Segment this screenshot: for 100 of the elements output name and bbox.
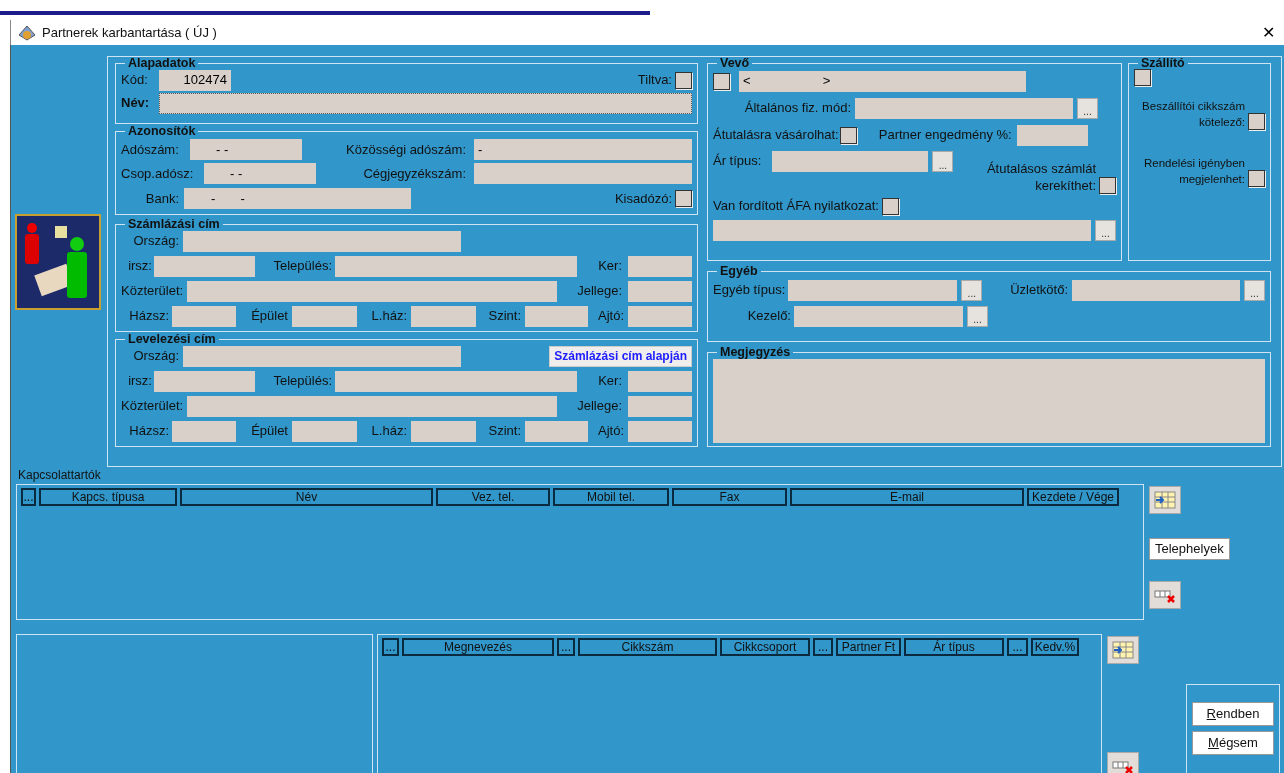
text-field[interactable] (154, 370, 255, 392)
text-field[interactable]: - - (184, 188, 411, 209)
text-field[interactable] (187, 280, 558, 302)
column-header[interactable]: Partner Ft (836, 638, 901, 656)
browse-button[interactable]: ... (932, 151, 954, 172)
field-label: Tiltva: (637, 71, 672, 90)
text-field[interactable]: - - (204, 163, 316, 184)
close-button[interactable]: ✕ (1255, 20, 1281, 45)
field-label: Ker: (598, 372, 622, 391)
text-field[interactable] (335, 255, 577, 277)
column-header[interactable]: Mobil tel. (553, 488, 669, 506)
field-label: L.ház: (370, 422, 407, 441)
column-header[interactable]: Név (180, 488, 433, 506)
text-field[interactable] (292, 305, 357, 327)
checkbox[interactable] (881, 197, 899, 215)
text-field[interactable]: 102474 (159, 69, 231, 91)
text-field[interactable] (1016, 124, 1088, 146)
dialog-button[interactable]: Mégsem (1192, 731, 1274, 755)
column-header[interactable]: Cikkcsoport (720, 638, 810, 656)
text-field[interactable] (855, 97, 1073, 119)
checkbox[interactable] (1134, 69, 1151, 86)
browse-button[interactable]: ... (967, 305, 988, 327)
telephelyek-button[interactable]: Telephelyek (1149, 538, 1230, 560)
column-header[interactable]: E-mail (790, 488, 1024, 506)
browse-button[interactable]: ... (1095, 219, 1116, 241)
column-header[interactable]: ... (1007, 638, 1028, 656)
checkbox[interactable] (1248, 170, 1265, 187)
column-header[interactable]: Cikkszám (578, 638, 717, 656)
text-field[interactable] (628, 255, 692, 277)
app-icon (18, 24, 36, 41)
section-title: Vevő (719, 57, 751, 69)
section-title: Kapcsolattartók (18, 468, 102, 482)
text-field[interactable] (628, 305, 692, 327)
field-label: Név: (121, 94, 151, 113)
browse-button[interactable]: ... (1244, 279, 1265, 301)
checkbox[interactable] (1099, 177, 1116, 194)
grid-add-icon (1154, 491, 1176, 509)
text-field[interactable] (411, 305, 476, 327)
text-field[interactable] (628, 395, 692, 417)
text-field[interactable] (628, 370, 692, 392)
browse-button[interactable]: ... (1077, 97, 1098, 119)
field-label: Szint: (487, 422, 521, 441)
field-label: Ajtó: (598, 307, 624, 326)
checkbox[interactable] (675, 190, 692, 207)
column-header[interactable]: ... (382, 638, 399, 656)
field-label: Átutalásra vásárolhat: (713, 126, 839, 145)
notes-field[interactable] (713, 359, 1265, 443)
dialog-button[interactable]: Rendben (1192, 702, 1274, 726)
checkbox[interactable] (1248, 113, 1265, 130)
section-title: Megjegyzés (719, 346, 792, 358)
add-row-button[interactable] (1107, 636, 1139, 664)
text-field[interactable] (772, 151, 929, 172)
text-field[interactable] (154, 255, 255, 277)
text-field[interactable] (172, 420, 236, 442)
text-field[interactable] (628, 280, 692, 302)
copy-address-button[interactable]: Számlázási cím alapján (549, 345, 692, 367)
delete-row-button[interactable] (1107, 752, 1139, 773)
text-field[interactable] (628, 420, 692, 442)
field-label: Rendelési igényben megjelenhet: (1142, 156, 1245, 187)
column-header[interactable]: ... (21, 488, 36, 506)
text-field[interactable] (525, 420, 588, 442)
text-field[interactable] (172, 305, 236, 327)
checkbox[interactable] (713, 72, 730, 90)
field-label: Kisadózó: (614, 189, 672, 208)
field-label: Kezelő: (746, 307, 791, 326)
checkbox[interactable] (839, 126, 857, 144)
column-header[interactable]: Vez. tel. (436, 488, 550, 506)
text-field[interactable] (794, 305, 963, 327)
column-header[interactable]: ... (813, 638, 833, 656)
field-label: Épület (250, 307, 288, 326)
browse-button[interactable]: ... (961, 279, 983, 301)
column-header[interactable]: Ár típus (904, 638, 1004, 656)
text-field[interactable] (183, 345, 461, 367)
text-field[interactable] (183, 230, 461, 252)
text-field[interactable] (525, 305, 588, 327)
delete-row-button[interactable] (1149, 581, 1181, 609)
field-label: Település: (272, 372, 332, 391)
text-field[interactable] (159, 92, 692, 114)
text-field[interactable] (713, 219, 1091, 241)
column-header[interactable]: Kapcs. típusa (39, 488, 177, 506)
text-field[interactable]: - - (190, 139, 302, 160)
column-header[interactable]: Fax (672, 488, 787, 506)
text-field[interactable]: - (474, 139, 692, 160)
checkbox[interactable] (675, 71, 692, 89)
column-header[interactable]: Kezdete / Vége (1027, 488, 1119, 506)
text-field[interactable]: < > (739, 70, 1026, 92)
text-field[interactable] (292, 420, 357, 442)
text-field[interactable] (335, 370, 577, 392)
field-label: irsz: (127, 372, 152, 391)
column-header[interactable]: Kedv.% (1031, 638, 1079, 656)
field-label: Általános fiz. mód: (743, 99, 851, 118)
add-row-button[interactable] (1149, 486, 1181, 514)
column-header[interactable]: Megnevezés (402, 638, 554, 656)
text-field[interactable] (474, 163, 692, 184)
text-field[interactable] (1072, 279, 1240, 301)
column-header[interactable]: ... (557, 638, 575, 656)
text-field[interactable] (187, 395, 558, 417)
text-field[interactable] (788, 279, 958, 301)
section-title: Számlázási cím (127, 218, 221, 230)
text-field[interactable] (411, 420, 476, 442)
